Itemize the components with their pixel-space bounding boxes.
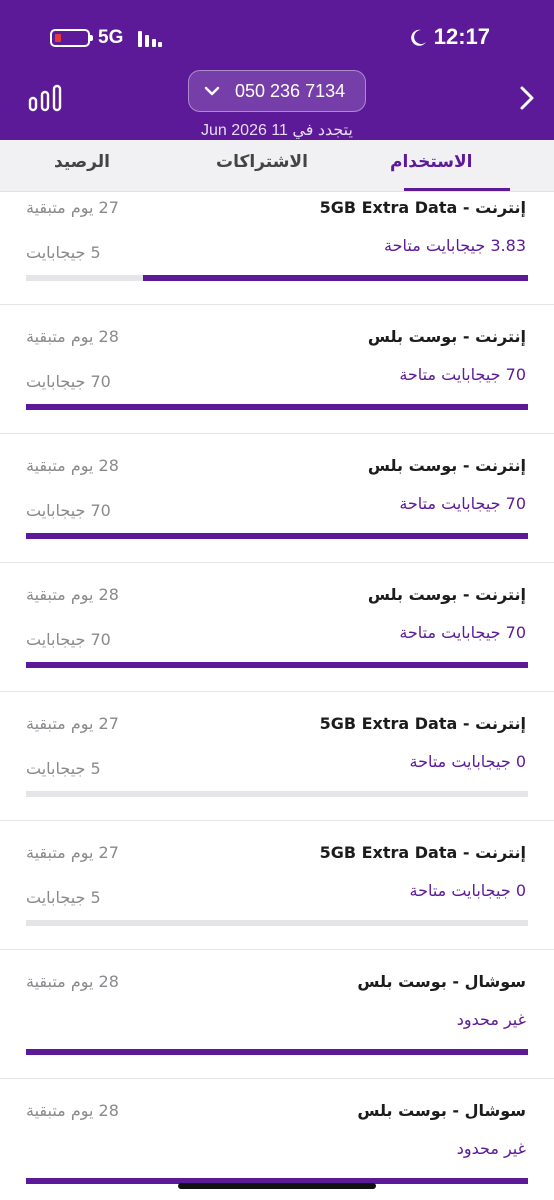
- usage-title: إنترنت - بوست بلس: [367, 585, 526, 604]
- usage-progress-fill: [26, 1049, 528, 1055]
- days-remaining: 27 يوم متبقية: [26, 843, 119, 862]
- chevron-down-icon: [204, 86, 220, 96]
- status-time: 12:17: [433, 24, 490, 49]
- usage-progress-bar: [26, 662, 528, 668]
- home-indicator: [178, 1183, 376, 1189]
- available-amount: غير محدود: [456, 1139, 526, 1158]
- usage-progress-bar: [26, 1049, 528, 1055]
- phone-selector[interactable]: 050 236 7134: [188, 70, 366, 112]
- app-header: 5G 12:17 050 236 7134 يتجدد في 11 Jun 20…: [0, 0, 554, 140]
- usage-progress-bar: [26, 920, 528, 926]
- tab-usage[interactable]: الاستخدام: [390, 152, 473, 172]
- forward-icon[interactable]: [516, 84, 536, 112]
- available-amount: 70 جيجابايت متاحة: [399, 623, 526, 642]
- total-amount: 5 جيجابايت: [26, 888, 101, 907]
- tab-balance[interactable]: الرصيد: [54, 152, 110, 172]
- usage-title: إنترنت - 5GB Extra Data: [319, 843, 526, 862]
- available-amount: غير محدود: [456, 1010, 526, 1029]
- usage-progress-bar: [26, 275, 528, 281]
- usage-progress-fill: [26, 404, 528, 410]
- usage-item[interactable]: إنترنت - بوست بلس 28 يوم متبقية 70 جيجاباي…: [0, 563, 554, 692]
- available-amount: 3.83 جيجابايت متاحة: [384, 236, 526, 255]
- battery-level: [55, 34, 61, 42]
- usage-title: إنترنت - 5GB Extra Data: [319, 714, 526, 733]
- network-label: 5G: [98, 27, 124, 48]
- available-amount: 70 جيجابايت متاحة: [399, 365, 526, 384]
- phone-number: 050 236 7134: [235, 80, 346, 101]
- usage-item[interactable]: إنترنت - 5GB Extra Data 27 يوم متبقية 3.83…: [0, 192, 554, 305]
- days-remaining: 28 يوم متبقية: [26, 585, 119, 604]
- usage-progress-bar: [26, 533, 528, 539]
- available-amount: 70 جيجابايت متاحة: [399, 494, 526, 513]
- available-amount: 0 جيجابايت متاحة: [409, 752, 526, 771]
- moon-icon: [411, 29, 426, 46]
- usage-list: إنترنت - 5GB Extra Data 27 يوم متبقية 3.83…: [0, 192, 554, 1200]
- total-amount: 70 جيجابايت: [26, 501, 111, 520]
- battery-icon: [50, 29, 93, 47]
- usage-title: إنترنت - بوست بلس: [367, 456, 526, 475]
- days-remaining: 27 يوم متبقية: [26, 714, 119, 733]
- days-remaining: 28 يوم متبقية: [26, 456, 119, 475]
- total-amount: 70 جيجابايت: [26, 630, 111, 649]
- usage-title: سوشال - بوست بلس: [357, 972, 526, 991]
- usage-item[interactable]: سوشال - بوست بلس 28 يوم متبقية غير محدود: [0, 950, 554, 1079]
- days-remaining: 28 يوم متبقية: [26, 327, 119, 346]
- usage-item[interactable]: سوشال - بوست بلس 28 يوم متبقية غير محدود: [0, 1079, 554, 1200]
- usage-progress-fill: [26, 533, 528, 539]
- usage-title: سوشال - بوست بلس: [357, 1101, 526, 1120]
- usage-progress-fill: [26, 662, 528, 668]
- total-amount: 70 جيجابايت: [26, 372, 111, 391]
- days-remaining: 27 يوم متبقية: [26, 198, 119, 217]
- usage-item[interactable]: إنترنت - بوست بلس 28 يوم متبقية 70 جيجاباي…: [0, 434, 554, 563]
- usage-item[interactable]: إنترنت - 5GB Extra Data 27 يوم متبقية 0 جي…: [0, 692, 554, 821]
- active-tab-indicator: [404, 188, 510, 191]
- usage-progress-fill: [143, 275, 528, 281]
- total-amount: 5 جيجابايت: [26, 759, 101, 778]
- days-remaining: 28 يوم متبقية: [26, 972, 119, 991]
- days-remaining: 28 يوم متبقية: [26, 1101, 119, 1120]
- usage-item[interactable]: إنترنت - 5GB Extra Data 27 يوم متبقية 0 جي…: [0, 821, 554, 950]
- usage-title: إنترنت - 5GB Extra Data: [319, 198, 526, 217]
- tab-subscriptions[interactable]: الاشتراكات: [216, 152, 308, 172]
- usage-item[interactable]: إنترنت - بوست بلس 28 يوم متبقية 70 جيجاباي…: [0, 305, 554, 434]
- signal-icon: [138, 31, 162, 47]
- tab-bar: الرصيد الاشتراكات الاستخدام: [0, 140, 554, 192]
- usage-title: إنترنت - بوست بلس: [367, 327, 526, 346]
- renewal-date: يتجدد في 11 Jun 2026: [201, 122, 353, 139]
- stats-icon[interactable]: [28, 84, 62, 112]
- total-amount: 5 جيجابايت: [26, 243, 101, 262]
- available-amount: 0 جيجابايت متاحة: [409, 881, 526, 900]
- usage-progress-bar: [26, 404, 528, 410]
- usage-progress-bar: [26, 791, 528, 797]
